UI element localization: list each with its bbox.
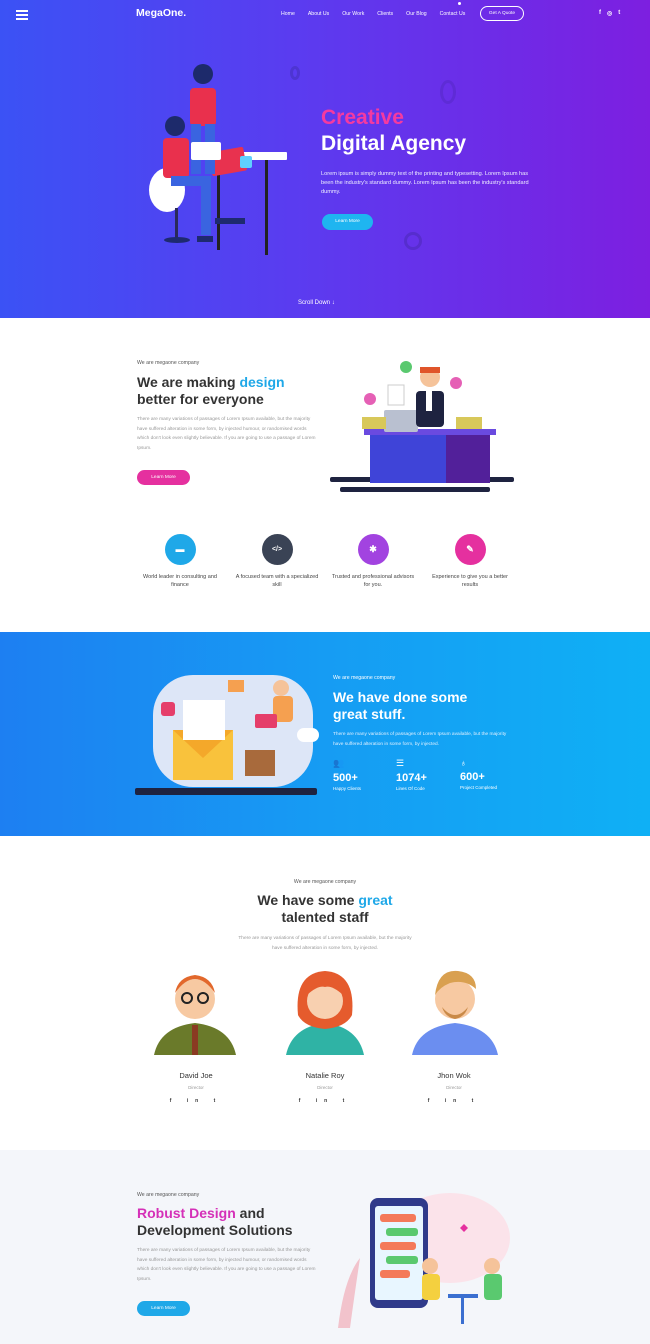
about-illustration: [330, 361, 514, 492]
solutions-learn-more-button[interactable]: Learn More: [137, 1301, 190, 1316]
about-title-part: better for everyone: [137, 391, 264, 407]
solutions-tag: We are megaone company: [137, 1192, 200, 1198]
work-title-line1: We have done some: [333, 689, 468, 705]
avatar: [412, 970, 498, 1055]
active-indicator: [458, 2, 461, 5]
stat-item: ♁ 600+ Project Completed: [460, 758, 497, 790]
solutions-title-highlight: Robust Design: [137, 1205, 236, 1221]
avatar: [154, 975, 236, 1055]
award-icon: ♁: [460, 758, 467, 768]
menu-item-clients[interactable]: Clients: [377, 11, 393, 17]
feature-label: Experience to give you a better results: [432, 574, 508, 588]
work-tag: We are megaone company: [333, 675, 396, 681]
about-title-highlight: design: [239, 374, 285, 390]
users-icon: 👥: [333, 758, 345, 768]
stat-label: Project Completed: [460, 785, 498, 790]
team-description: There are many variations of passages of…: [238, 936, 412, 951]
work-description: There are many variations of passages of…: [333, 732, 507, 747]
stat-label: Lines Of Code: [396, 786, 425, 791]
twitter-icon[interactable]: t: [618, 10, 620, 17]
solutions-description: There are many variations of passages of…: [137, 1248, 316, 1282]
stat-label: Happy Clients: [333, 786, 362, 791]
get-quote-button[interactable]: Get A Quote: [480, 6, 524, 21]
hero-illustration: [149, 64, 287, 255]
feature-label: World leader in consulting and finance: [143, 574, 217, 588]
about-learn-more-button[interactable]: Learn More: [137, 470, 190, 485]
staff-role: Director: [446, 1085, 462, 1090]
staff-social-links[interactable]: f in t: [275, 1098, 375, 1104]
about-title-part: We are making: [137, 374, 240, 390]
staff-name: Natalie Roy: [305, 1071, 345, 1080]
team-title-highlight: great: [358, 892, 393, 908]
stat-item: 👥 500+ Happy Clients: [333, 758, 361, 791]
stat-item: ☰ 1074+ Lines Of Code: [396, 758, 427, 791]
team-title-part: We have some: [257, 892, 359, 908]
main-menu: Home About Us Our Work Clients Our Blog …: [281, 11, 478, 17]
menu-item-about[interactable]: About Us: [308, 11, 329, 17]
about-tag: We are megaone company: [137, 360, 200, 366]
about-description: There are many variations of passages of…: [137, 417, 316, 451]
arrow-down-icon: ↓: [331, 300, 335, 306]
hero-description: Lorem ipsum is simply dummy text of the …: [321, 171, 529, 195]
facebook-icon[interactable]: f: [599, 10, 601, 17]
list-icon: ☰: [396, 758, 405, 768]
team-title-part: talented staff: [281, 909, 369, 925]
staff-card: Jhon Wok Director f in t: [404, 1071, 504, 1104]
menu-item-contact[interactable]: Contact Us: [440, 11, 466, 17]
decor-ring: [440, 80, 456, 104]
about-title: We are making design better for everyone: [137, 374, 285, 408]
staff-name: Jhon Wok: [437, 1071, 471, 1080]
solutions-illustration: [338, 1193, 510, 1328]
work-title-line2: great stuff.: [333, 706, 406, 722]
solutions-section: We are megaone company Robust Design and…: [0, 1150, 650, 1344]
solutions-title: Robust Design and Development Solutions: [137, 1205, 293, 1239]
feature-card: ▬ World leader in consulting and finance: [135, 534, 225, 589]
stat-number: 1074+: [396, 772, 427, 784]
team-tag: We are megaone company: [293, 879, 357, 885]
hamburger-menu-icon[interactable]: [16, 10, 28, 22]
instagram-icon[interactable]: ◎: [607, 10, 612, 17]
logo[interactable]: MegaOne.: [136, 7, 186, 19]
team-title: We have some great talented staff: [0, 892, 650, 926]
staff-name: David Joe: [179, 1071, 213, 1080]
staff-card: Natalie Roy Director f in t: [275, 1071, 375, 1104]
feature-label: A focused team with a specialized skill: [235, 574, 319, 588]
gear-icon: ✱: [357, 534, 389, 565]
menu-item-home[interactable]: Home: [281, 11, 295, 17]
folder-icon: ▬: [164, 534, 196, 565]
scroll-down-label: Scroll Down: [298, 300, 331, 306]
menu-item-blog[interactable]: Our Blog: [406, 11, 426, 17]
navbar: MegaOne. Home About Us Our Work Clients …: [0, 0, 650, 28]
menu-item-work[interactable]: Our Work: [342, 11, 364, 17]
feature-card: ✎ Experience to give you a better result…: [425, 534, 515, 589]
hero-learn-more-button[interactable]: Learn More: [322, 214, 373, 230]
edit-icon: ✎: [454, 534, 486, 565]
code-icon: </>: [261, 534, 293, 565]
hero-title-creative: Creative: [321, 106, 404, 129]
stat-number: 600+: [460, 771, 485, 783]
staff-card: David Joe Director f in t: [146, 1071, 246, 1104]
work-illustration: [135, 675, 319, 795]
hero-section: MegaOne. Home About Us Our Work Clients …: [0, 0, 650, 318]
feature-card: ✱ Trusted and professional advisors for …: [328, 534, 418, 589]
staff-social-links[interactable]: f in t: [146, 1098, 246, 1104]
feature-card: </> A focused team with a specialized sk…: [232, 534, 322, 589]
decor-ring: [404, 232, 422, 250]
social-links: f ◎ t: [599, 10, 620, 17]
staff-role: Director: [317, 1085, 333, 1090]
solutions-title-part: Development Solutions: [137, 1222, 293, 1238]
stat-number: 500+: [333, 772, 358, 784]
feature-label: Trusted and professional advisors for yo…: [331, 574, 415, 588]
avatar: [286, 971, 364, 1055]
solutions-title-part: and: [235, 1205, 265, 1221]
staff-social-links[interactable]: f in t: [404, 1098, 504, 1104]
work-title: We have done some great stuff.: [333, 689, 467, 723]
hero-title-agency: Digital Agency: [321, 132, 467, 155]
scroll-down-link[interactable]: Scroll Down ↓: [298, 300, 335, 306]
staff-role: Director: [188, 1085, 204, 1090]
work-section: We are megaone company We have done some…: [0, 632, 650, 836]
